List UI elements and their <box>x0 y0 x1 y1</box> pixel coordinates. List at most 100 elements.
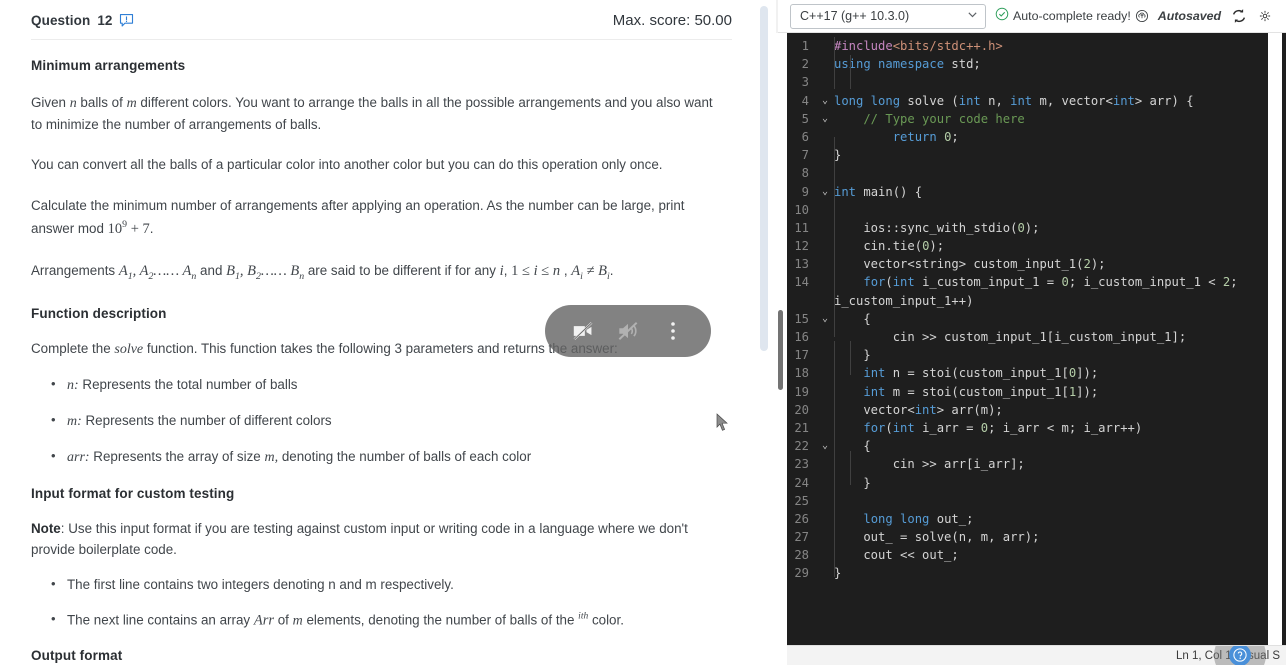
media-controls-overlay <box>545 305 711 357</box>
editor-scrollbar-thumb[interactable] <box>778 310 783 390</box>
fold-gutter <box>818 419 832 437</box>
code-line: 25 <box>778 492 1286 510</box>
fold-gutter <box>818 474 832 492</box>
help-bubble-icon[interactable] <box>1214 646 1266 665</box>
code-text: cin >> arr[i_arr]; <box>834 457 1025 472</box>
fold-gutter <box>818 273 832 291</box>
check-circle-icon <box>995 7 1009 26</box>
language-select[interactable]: C++17 (g++ 10.3.0) <box>790 3 986 29</box>
input-format-note: Note: Use this input format if you are t… <box>31 521 688 557</box>
code-line: 18 int n = stoi(custom_input_1[0]); <box>778 364 1286 382</box>
chevron-down-icon[interactable]: ⌄ <box>818 310 832 328</box>
camera-off-icon[interactable] <box>568 316 598 346</box>
fold-gutter <box>818 346 832 364</box>
code-text: } <box>834 475 871 490</box>
code-area[interactable]: 1 #include<bits/stdc++.h> 2 using namespace… <box>778 33 1286 665</box>
fold-gutter <box>818 492 832 510</box>
upload-cloud-icon[interactable] <box>1135 9 1149 23</box>
code-text: int m = stoi(custom_input_1[1]); <box>863 384 1099 399</box>
chevron-down-icon <box>967 9 978 23</box>
problem-title: Minimum arrangements <box>31 58 186 73</box>
list-item: The first line contains two integers den… <box>51 574 718 595</box>
app-root: Question 12 Max. score: 50.00 Minimum ar… <box>0 0 1286 665</box>
problem-paragraph-2: You can convert all the balls of a parti… <box>31 157 663 173</box>
fold-gutter <box>818 564 832 582</box>
question-label: Question <box>31 13 91 28</box>
code-line: 23 cin >> arr[i_arr]; <box>778 455 1286 473</box>
code-line: 17 } <box>778 346 1286 364</box>
list-item: m: Represents the number of different co… <box>51 410 718 432</box>
input-format-heading: Input format for custom testing <box>31 486 235 502</box>
fold-gutter <box>818 401 832 419</box>
code-line: 10 <box>778 201 1286 219</box>
code-text: for(int i_arr = 0; i_arr < m; i_arr++) <box>863 420 1143 435</box>
code-line: 6 return 0; <box>778 128 1286 146</box>
code-line: 27 out_ = solve(n, m, arr); <box>778 528 1286 546</box>
settings-icon[interactable] <box>1259 7 1271 25</box>
code-line: 4 ⌄ long long solve (int n, int m, vector<… <box>778 92 1286 110</box>
refresh-sync-icon[interactable] <box>1230 7 1248 25</box>
chevron-down-icon[interactable]: ⌄ <box>818 183 832 201</box>
fold-gutter <box>818 164 832 182</box>
code-text: for(int i_custom_input_1 = 0; i_custom_i… <box>863 275 1238 290</box>
fold-gutter <box>818 73 832 91</box>
code-text: vector<int> arr(m); <box>834 402 1003 417</box>
kebab-menu-icon[interactable] <box>658 316 688 346</box>
help-bubble-inner <box>1229 646 1251 665</box>
code-line: 11 ios::sync_with_stdio(0); <box>778 219 1286 237</box>
function-params-list: n: Represents the total number of balls … <box>31 374 718 468</box>
code-line: 19 int m = stoi(custom_input_1[1]); <box>778 383 1286 401</box>
code-line: 2 using namespace std; <box>778 55 1286 73</box>
code-line: 20 vector<int> arr(m); <box>778 401 1286 419</box>
code-line: 14 for(int i_custom_input_1 = 0; i_custo… <box>778 273 1286 291</box>
code-text: int n = stoi(custom_input_1[0]); <box>863 366 1099 381</box>
code-line: 21 for(int i_arr = 0; i_arr < m; i_arr++… <box>778 419 1286 437</box>
code-text: cin.tie(0); <box>834 239 945 254</box>
fold-gutter <box>818 219 832 237</box>
code-text: #include<bits/stdc++.h> <box>834 39 1003 53</box>
code-line: 13 vector<string> custom_input_1(2); <box>778 255 1286 273</box>
question-header-left: Question 12 <box>31 13 134 28</box>
question-panel: Question 12 Max. score: 50.00 Minimum ar… <box>0 0 778 665</box>
mic-off-icon[interactable] <box>613 316 643 346</box>
question-panel-scrollbar[interactable] <box>760 6 768 351</box>
fold-gutter <box>818 328 832 346</box>
problem-paragraph-3: Calculate the minimum number of arrangem… <box>31 198 685 237</box>
problem-paragraph-1: Given n balls of m different colors. You… <box>31 95 713 132</box>
fold-gutter <box>818 37 832 55</box>
code-text: vector<string> custom_input_1(2); <box>834 257 1106 272</box>
code-text: out_ = solve(n, m, arr); <box>834 530 1040 545</box>
fold-gutter <box>818 255 832 273</box>
fold-gutter <box>818 455 832 473</box>
list-item: The next line contains an array Arr of m… <box>51 609 718 632</box>
code-text: return 0; <box>892 129 959 144</box>
code-line: 8 <box>778 164 1286 182</box>
chevron-down-icon[interactable]: ⌄ <box>818 437 832 455</box>
code-line: 16 cin >> custom_input_1[i_custom_input_… <box>778 328 1286 346</box>
code-line: 28 cout << out_; <box>778 546 1286 564</box>
note-label: Note <box>31 521 61 537</box>
list-item: n: Represents the total number of balls <box>51 374 718 396</box>
code-editor-panel: C++17 (g++ 10.3.0) Auto-complete ready! <box>778 0 1286 665</box>
chevron-down-icon[interactable]: ⌄ <box>818 92 832 110</box>
code-text: using namespace std; <box>834 57 981 72</box>
fold-gutter <box>818 128 832 146</box>
code-text: // Type your code here <box>834 111 1025 126</box>
code-line: 7} <box>778 146 1286 164</box>
editor-toolbar: C++17 (g++ 10.3.0) Auto-complete ready! <box>778 0 1286 33</box>
code-text: ios::sync_with_stdio(0); <box>834 220 1040 235</box>
editor-status-bar: Ln 1, Col 1, Visual S <box>778 645 1286 665</box>
code-text: long long out_; <box>863 511 974 526</box>
code-line: 26 long long out_; <box>778 510 1286 528</box>
code-text: } <box>834 348 871 363</box>
input-format-list: The first line contains two integers den… <box>31 574 718 633</box>
code-text: cin >> custom_input_1[i_custom_input_1]; <box>834 330 1187 344</box>
question-number: 12 <box>97 13 113 28</box>
list-item: arr: Represents the array of size m, den… <box>51 446 718 468</box>
code-line: 1 #include<bits/stdc++.h> <box>778 37 1286 55</box>
question-header: Question 12 Max. score: 50.00 <box>0 0 778 39</box>
fold-gutter <box>818 528 832 546</box>
code-text: { <box>834 311 871 326</box>
report-issue-bubble-icon[interactable] <box>119 13 134 28</box>
chevron-down-icon[interactable]: ⌄ <box>818 110 832 128</box>
